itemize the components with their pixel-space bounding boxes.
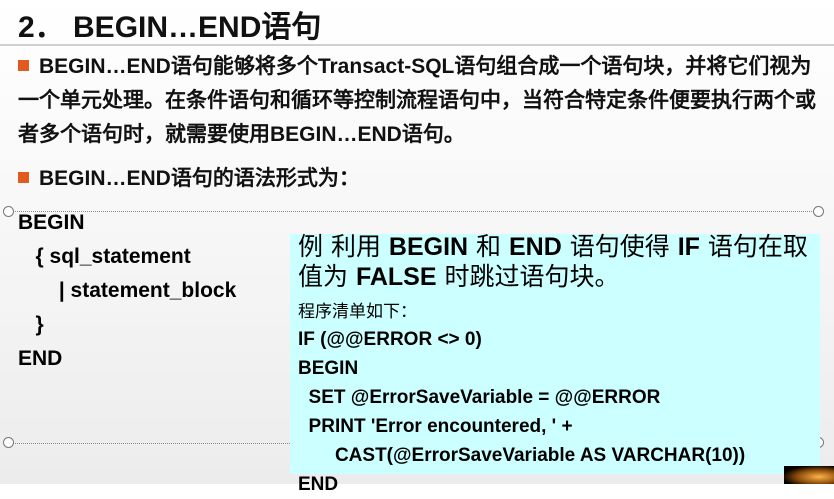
corner-decoration — [784, 466, 834, 484]
bullet-2: BEGIN…END语句的语法形式为： — [18, 162, 818, 196]
example-heading: 例 利用 BEGIN 和 END 语句使得 IF 语句在取值为 FALSE 时跳… — [298, 232, 808, 291]
slide-title: 2． BEGIN…END语句 — [18, 11, 322, 44]
bullet-1-text: BEGIN…END语句能够将多个Transact-SQL语句组合成一个语句块，并… — [18, 55, 816, 146]
bullet-1: BEGIN…END语句能够将多个Transact-SQL语句组合成一个语句块，并… — [18, 50, 818, 152]
code-line: CAST(@ErrorSaveVariable AS VARCHAR(10)) — [298, 445, 746, 466]
resize-handle-top-right[interactable] — [813, 206, 824, 217]
example-code: IF (@@ERROR <> 0) BEGIN SET @ErrorSaveVar… — [298, 325, 745, 499]
resize-handle-bottom-left[interactable] — [3, 437, 14, 448]
code-line: BEGIN — [298, 358, 359, 379]
resize-handle-top-left[interactable] — [3, 206, 14, 217]
code-line: SET @ErrorSaveVariable = @@ERROR — [298, 387, 661, 408]
code-line: IF (@@ERROR <> 0) — [298, 329, 482, 350]
bullet-2-text: BEGIN…END语句的语法形式为： — [39, 167, 360, 190]
square-bullet-icon — [18, 172, 29, 183]
listing-label: 程序清单如下： — [298, 302, 417, 322]
title-divider — [0, 44, 834, 46]
code-line: END — [298, 474, 339, 495]
code-line: PRINT 'Error encountered, ' + — [298, 416, 573, 437]
square-bullet-icon — [18, 60, 29, 71]
